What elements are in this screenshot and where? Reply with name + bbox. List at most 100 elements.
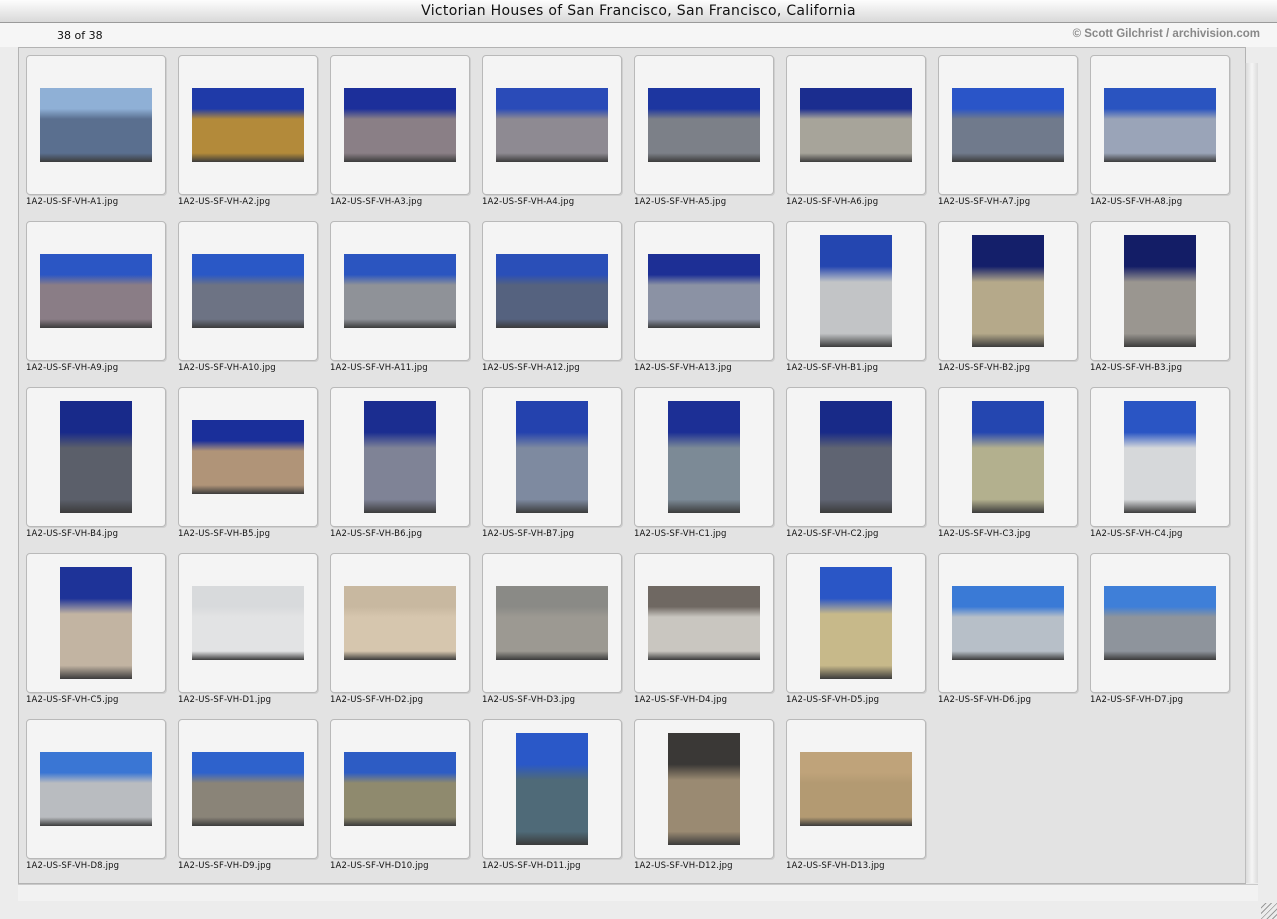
thumbnail-image[interactable] bbox=[668, 401, 740, 513]
thumbnail-card[interactable] bbox=[26, 553, 166, 693]
thumbnail-card[interactable] bbox=[634, 387, 774, 527]
thumbnail-item[interactable]: 1A2-US-SF-VH-D13.jpg bbox=[779, 712, 926, 871]
thumbnail-card[interactable] bbox=[786, 55, 926, 195]
thumbnail-card[interactable] bbox=[1090, 387, 1230, 527]
thumbnail-card[interactable] bbox=[178, 719, 318, 859]
thumbnail-image[interactable] bbox=[1104, 88, 1216, 162]
thumbnail-item[interactable]: 1A2-US-SF-VH-C4.jpg bbox=[1083, 380, 1230, 539]
thumbnail-item[interactable]: 1A2-US-SF-VH-A9.jpg bbox=[19, 214, 166, 373]
thumbnail-item[interactable]: 1A2-US-SF-VH-D2.jpg bbox=[323, 546, 470, 705]
thumbnail-item[interactable]: 1A2-US-SF-VH-C1.jpg bbox=[627, 380, 774, 539]
thumbnail-item[interactable]: 1A2-US-SF-VH-C3.jpg bbox=[931, 380, 1078, 539]
thumbnail-card[interactable] bbox=[786, 221, 926, 361]
thumbnail-image[interactable] bbox=[60, 401, 132, 513]
thumbnail-item[interactable]: 1A2-US-SF-VH-D10.jpg bbox=[323, 712, 470, 871]
thumbnail-image[interactable] bbox=[516, 733, 588, 845]
thumbnail-image[interactable] bbox=[192, 752, 304, 826]
thumbnail-item[interactable]: 1A2-US-SF-VH-D9.jpg bbox=[171, 712, 318, 871]
thumbnail-image[interactable] bbox=[1104, 586, 1216, 660]
thumbnail-image[interactable] bbox=[820, 567, 892, 679]
thumbnail-item[interactable]: 1A2-US-SF-VH-B2.jpg bbox=[931, 214, 1078, 373]
thumbnail-card[interactable] bbox=[482, 221, 622, 361]
thumbnail-item[interactable]: 1A2-US-SF-VH-A8.jpg bbox=[1083, 48, 1230, 207]
thumbnail-item[interactable]: 1A2-US-SF-VH-B6.jpg bbox=[323, 380, 470, 539]
thumbnail-card[interactable] bbox=[938, 221, 1078, 361]
thumbnail-image[interactable] bbox=[800, 88, 912, 162]
thumbnail-card[interactable] bbox=[26, 387, 166, 527]
thumbnail-card[interactable] bbox=[786, 553, 926, 693]
thumbnail-card[interactable] bbox=[786, 719, 926, 859]
thumbnail-item[interactable]: 1A2-US-SF-VH-D7.jpg bbox=[1083, 546, 1230, 705]
thumbnail-card[interactable] bbox=[938, 55, 1078, 195]
thumbnail-image[interactable] bbox=[496, 254, 608, 328]
thumbnail-item[interactable]: 1A2-US-SF-VH-C2.jpg bbox=[779, 380, 926, 539]
thumbnail-card[interactable] bbox=[1090, 55, 1230, 195]
thumbnail-item[interactable]: 1A2-US-SF-VH-D3.jpg bbox=[475, 546, 622, 705]
thumbnail-item[interactable]: 1A2-US-SF-VH-A7.jpg bbox=[931, 48, 1078, 207]
thumbnail-card[interactable] bbox=[1090, 221, 1230, 361]
thumbnail-card[interactable] bbox=[634, 719, 774, 859]
thumbnail-card[interactable] bbox=[330, 719, 470, 859]
thumbnail-card[interactable] bbox=[1090, 553, 1230, 693]
thumbnail-image[interactable] bbox=[800, 752, 912, 826]
thumbnail-item[interactable]: 1A2-US-SF-VH-A1.jpg bbox=[19, 48, 166, 207]
thumbnail-item[interactable]: 1A2-US-SF-VH-B3.jpg bbox=[1083, 214, 1230, 373]
thumbnail-card[interactable] bbox=[634, 553, 774, 693]
thumbnail-item[interactable]: 1A2-US-SF-VH-B5.jpg bbox=[171, 380, 318, 539]
thumbnail-item[interactable]: 1A2-US-SF-VH-B4.jpg bbox=[19, 380, 166, 539]
thumbnail-card[interactable] bbox=[482, 719, 622, 859]
thumbnail-item[interactable]: 1A2-US-SF-VH-A2.jpg bbox=[171, 48, 318, 207]
thumbnail-image[interactable] bbox=[1124, 235, 1196, 347]
thumbnail-image[interactable] bbox=[344, 752, 456, 826]
thumbnail-item[interactable]: 1A2-US-SF-VH-D1.jpg bbox=[171, 546, 318, 705]
thumbnail-card[interactable] bbox=[634, 221, 774, 361]
thumbnail-item[interactable]: 1A2-US-SF-VH-B7.jpg bbox=[475, 380, 622, 539]
thumbnail-item[interactable]: 1A2-US-SF-VH-A3.jpg bbox=[323, 48, 470, 207]
thumbnail-image[interactable] bbox=[192, 254, 304, 328]
thumbnail-item[interactable]: 1A2-US-SF-VH-A11.jpg bbox=[323, 214, 470, 373]
thumbnail-item[interactable]: 1A2-US-SF-VH-D5.jpg bbox=[779, 546, 926, 705]
thumbnail-item[interactable]: 1A2-US-SF-VH-A5.jpg bbox=[627, 48, 774, 207]
thumbnail-image[interactable] bbox=[952, 586, 1064, 660]
thumbnail-image[interactable] bbox=[60, 567, 132, 679]
thumbnail-card[interactable] bbox=[330, 553, 470, 693]
thumbnail-card[interactable] bbox=[482, 387, 622, 527]
thumbnail-card[interactable] bbox=[178, 55, 318, 195]
thumbnail-image[interactable] bbox=[344, 254, 456, 328]
thumbnail-item[interactable]: 1A2-US-SF-VH-A4.jpg bbox=[475, 48, 622, 207]
thumbnail-card[interactable] bbox=[26, 55, 166, 195]
thumbnail-image[interactable] bbox=[1124, 401, 1196, 513]
thumbnail-item[interactable]: 1A2-US-SF-VH-D11.jpg bbox=[475, 712, 622, 871]
thumbnail-item[interactable]: 1A2-US-SF-VH-B1.jpg bbox=[779, 214, 926, 373]
thumbnail-item[interactable]: 1A2-US-SF-VH-D6.jpg bbox=[931, 546, 1078, 705]
thumbnail-card[interactable] bbox=[178, 221, 318, 361]
thumbnail-card[interactable] bbox=[330, 55, 470, 195]
thumbnail-image[interactable] bbox=[648, 88, 760, 162]
thumbnail-image[interactable] bbox=[40, 752, 152, 826]
thumbnail-image[interactable] bbox=[192, 420, 304, 494]
thumbnail-image[interactable] bbox=[668, 733, 740, 845]
thumbnail-image[interactable] bbox=[820, 235, 892, 347]
thumbnail-item[interactable]: 1A2-US-SF-VH-D12.jpg bbox=[627, 712, 774, 871]
thumbnail-card[interactable] bbox=[178, 387, 318, 527]
thumbnail-item[interactable]: 1A2-US-SF-VH-A13.jpg bbox=[627, 214, 774, 373]
vertical-scrollbar[interactable] bbox=[1245, 63, 1258, 883]
thumbnail-image[interactable] bbox=[648, 254, 760, 328]
thumbnail-card[interactable] bbox=[330, 387, 470, 527]
thumbnail-image[interactable] bbox=[40, 88, 152, 162]
thumbnail-image[interactable] bbox=[516, 401, 588, 513]
thumbnail-item[interactable]: 1A2-US-SF-VH-C5.jpg bbox=[19, 546, 166, 705]
thumbnail-card[interactable] bbox=[634, 55, 774, 195]
thumbnail-card[interactable] bbox=[330, 221, 470, 361]
thumbnail-image[interactable] bbox=[344, 88, 456, 162]
thumbnail-card[interactable] bbox=[482, 55, 622, 195]
thumbnail-card[interactable] bbox=[26, 221, 166, 361]
thumbnail-item[interactable]: 1A2-US-SF-VH-D8.jpg bbox=[19, 712, 166, 871]
thumbnail-image[interactable] bbox=[972, 401, 1044, 513]
thumbnail-image[interactable] bbox=[40, 254, 152, 328]
thumbnail-card[interactable] bbox=[786, 387, 926, 527]
thumbnail-image[interactable] bbox=[820, 401, 892, 513]
thumbnail-item[interactable]: 1A2-US-SF-VH-D4.jpg bbox=[627, 546, 774, 705]
thumbnail-image[interactable] bbox=[648, 586, 760, 660]
thumbnail-image[interactable] bbox=[972, 235, 1044, 347]
